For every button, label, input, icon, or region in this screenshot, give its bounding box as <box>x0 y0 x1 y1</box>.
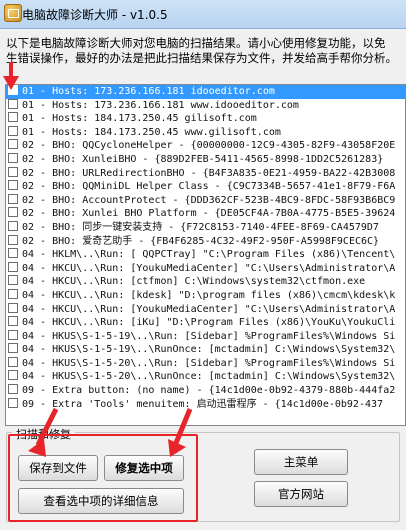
result-text: 02 - BHO: QQMiniDL Helper Class - {C9C73… <box>22 181 396 193</box>
intro-line-2: 生错误操作，最好的办法是把此扫描结果保存为文件，并发给高手帮你分析。 <box>6 51 397 65</box>
result-row[interactable]: 02 - BHO: QQMiniDL Helper Class - {C9C73… <box>6 180 405 194</box>
result-row[interactable]: 02 - BHO: Xunlei BHO Platform - {DE05CF4… <box>6 207 405 221</box>
result-row[interactable]: 04 - HKUS\S-1-5-19\..\RunOnce: [mctadmin… <box>6 343 405 357</box>
result-row[interactable]: 04 - HKCU\..\Run: [ctfmon] C:\Windows\sy… <box>6 275 405 289</box>
row-checkbox[interactable] <box>8 139 18 150</box>
result-text: 09 - Extra button: (no name) - {14c1d00e… <box>22 385 396 397</box>
row-checkbox[interactable] <box>8 343 18 354</box>
app-icon <box>4 4 22 22</box>
row-checkbox[interactable] <box>8 370 18 381</box>
row-checkbox[interactable] <box>8 193 18 204</box>
result-row[interactable]: 09 - Extra button: (no name) - {14c1d00e… <box>6 384 405 398</box>
result-text: 01 - Hosts: 184.173.250.45 www.gilisoft.… <box>22 126 281 138</box>
row-checkbox[interactable] <box>8 329 18 340</box>
result-row[interactable]: 01 - Hosts: 173.236.166.181 www.idooedit… <box>6 98 405 113</box>
result-row[interactable]: 02 - BHO: XunleiBHO - {889D2FEB-5411-456… <box>6 152 405 167</box>
row-checkbox[interactable] <box>8 220 18 231</box>
result-text: 02 - BHO: AccountProtect - {DDD362CF-523… <box>22 194 396 206</box>
row-checkbox[interactable] <box>8 112 18 123</box>
result-text: 02 - BHO: QQCycloneHelper - {00000000-12… <box>22 140 396 152</box>
result-text: 02 - BHO: URLRedirectionBHO - {B4F3A835-… <box>22 167 396 179</box>
result-text: 04 - HKCU\..\Run: [YoukuMediaCenter] "C:… <box>22 303 396 315</box>
result-row[interactable]: 04 - HKUS\S-1-5-20\..\RunOnce: [mctadmin… <box>6 370 405 384</box>
result-row[interactable]: 02 - BHO: 爱奇艺助手 - {FB4F6285-4C32-49F2-95… <box>6 234 405 249</box>
row-checkbox[interactable] <box>8 261 18 272</box>
row-checkbox[interactable] <box>8 288 18 299</box>
row-checkbox[interactable] <box>8 234 18 245</box>
annotation-arrow-down-icon <box>3 62 19 90</box>
row-checkbox[interactable] <box>8 166 18 177</box>
result-text: 02 - BHO: 同步一键安装支持 - {F72C8153-7140-4FEE… <box>22 221 379 233</box>
result-row[interactable]: 09 - Extra 'Tools' menuitem: 启动迅雷程序 - {1… <box>6 397 405 412</box>
result-text: 04 - HKUS\S-1-5-20\..\RunOnce: [mctadmin… <box>22 371 396 383</box>
row-checkbox[interactable] <box>8 397 18 408</box>
row-checkbox[interactable] <box>8 207 18 218</box>
result-text: 02 - BHO: XunleiBHO - {889D2FEB-5411-456… <box>22 153 384 165</box>
result-text: 01 - Hosts: 173.236.166.181 www.idooedit… <box>22 99 299 111</box>
annotation-arrow-left-icon <box>28 407 59 457</box>
result-text: 04 - HKUS\S-1-5-19\..\Run: [Sidebar] %Pr… <box>22 330 396 342</box>
row-checkbox[interactable] <box>8 275 18 286</box>
row-checkbox[interactable] <box>8 316 18 327</box>
result-text: 04 - HKUS\S-1-5-19\..\RunOnce: [mctadmin… <box>22 344 396 356</box>
result-row[interactable]: 04 - HKCU\..\Run: [YoukuMediaCenter] "C:… <box>6 261 405 276</box>
result-row[interactable]: 01 - Hosts: 184.173.250.45 www.gilisoft.… <box>6 125 405 140</box>
window-title: 电脑故障诊断大师 - v1.0.5 <box>22 8 168 22</box>
official-website-button[interactable]: 官方网站 <box>254 481 348 507</box>
result-row[interactable]: 04 - HKCU\..\Run: [YoukuMediaCenter] "C:… <box>6 302 405 317</box>
annotation-arrow-right-icon <box>168 408 193 457</box>
row-checkbox[interactable] <box>8 152 18 163</box>
result-text: 01 - Hosts: 173.236.166.181 idooeditor.c… <box>22 86 275 97</box>
result-row[interactable]: 02 - BHO: URLRedirectionBHO - {B4F3A835-… <box>6 166 405 181</box>
result-row[interactable]: 04 - HKCU\..\Run: [kdesk] "D:\program fi… <box>6 288 405 303</box>
result-row[interactable]: 04 - HKUS\S-1-5-19\..\Run: [Sidebar] %Pr… <box>6 329 405 344</box>
row-checkbox[interactable] <box>8 384 18 395</box>
result-text: 04 - HKCU\..\Run: [YoukuMediaCenter] "C:… <box>22 262 396 274</box>
result-text: 02 - BHO: Xunlei BHO Platform - {DE05CF4… <box>22 208 396 220</box>
intro-line-1: 以下是电脑故障诊断大师对您电脑的扫描结果。请小心使用修复功能，以免 <box>6 36 386 50</box>
row-checkbox[interactable] <box>8 248 18 259</box>
result-row[interactable]: 04 - HKUS\S-1-5-20\..\Run: [Sidebar] %Pr… <box>6 356 405 371</box>
result-row[interactable]: 04 - HKLM\..\Run: [ QQPCTray] "C:\Progra… <box>6 248 405 262</box>
row-checkbox[interactable] <box>8 180 18 191</box>
row-checkbox[interactable] <box>8 356 18 367</box>
result-row[interactable]: 02 - BHO: 同步一键安装支持 - {F72C8153-7140-4FEE… <box>6 220 405 235</box>
result-row[interactable]: 04 - HKCU\..\Run: [iKu] "D:\Program File… <box>6 316 405 330</box>
result-row[interactable]: 01 - Hosts: 173.236.166.181 idooeditor.c… <box>6 85 405 99</box>
main-menu-button[interactable]: 主菜单 <box>254 449 348 475</box>
result-text: 04 - HKCU\..\Run: [iKu] "D:\Program File… <box>22 317 396 329</box>
result-text: 04 - HKCU\..\Run: [ctfmon] C:\Windows\sy… <box>22 276 366 288</box>
row-checkbox[interactable] <box>8 125 18 136</box>
result-row[interactable]: 02 - BHO: AccountProtect - {DDD362CF-523… <box>6 193 405 208</box>
result-text: 04 - HKUS\S-1-5-20\..\Run: [Sidebar] %Pr… <box>22 357 396 369</box>
row-checkbox[interactable] <box>8 98 18 109</box>
intro-text: 以下是电脑故障诊断大师对您电脑的扫描结果。请小心使用修复功能，以免 生错误操作，… <box>6 36 404 66</box>
result-row[interactable]: 01 - Hosts: 184.173.250.45 gilisoft.com <box>6 112 405 126</box>
scan-results-list[interactable]: 01 - Hosts: 173.236.166.181 idooeditor.c… <box>5 84 406 426</box>
result-text: 04 - HKLM\..\Run: [ QQPCTray] "C:\Progra… <box>22 249 396 261</box>
result-text: 04 - HKCU\..\Run: [kdesk] "D:\program fi… <box>22 289 396 301</box>
result-text: 02 - BHO: 爱奇艺助手 - {FB4F6285-4C32-49F2-95… <box>22 235 380 247</box>
result-row[interactable]: 02 - BHO: QQCycloneHelper - {00000000-12… <box>6 139 405 153</box>
result-text: 09 - Extra 'Tools' menuitem: 启动迅雷程序 - {1… <box>22 398 384 410</box>
row-checkbox[interactable] <box>8 302 18 313</box>
result-text: 01 - Hosts: 184.173.250.45 gilisoft.com <box>22 113 257 125</box>
title-bar: 电脑故障诊断大师 - v1.0.5 <box>0 0 406 29</box>
